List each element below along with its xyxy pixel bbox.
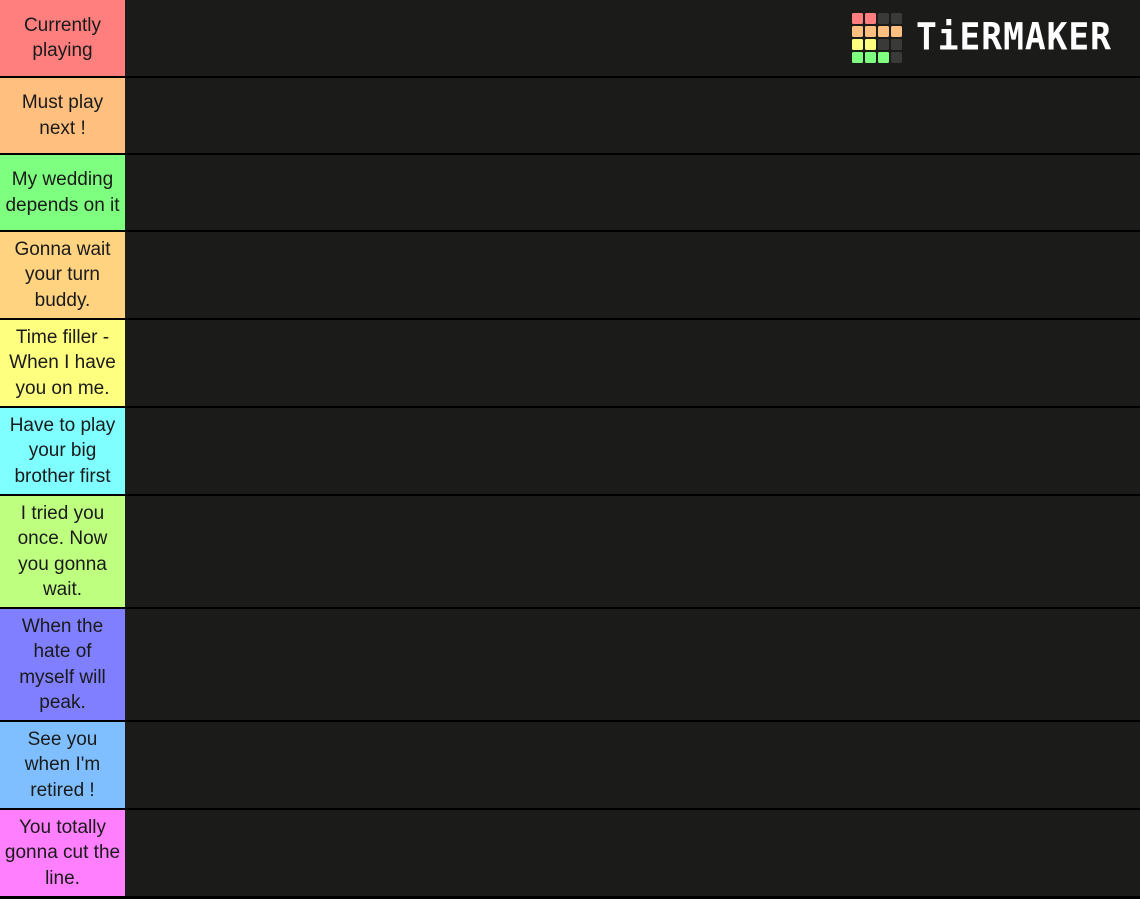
tier-list-container: Currently playing TiERMAKER Must play next… [0, 0, 1140, 899]
logo-grid-cell [864, 26, 876, 37]
logo-wordmark: TiERMAKER [915, 16, 1112, 59]
tier-dropzone[interactable] [125, 609, 1140, 720]
logo-grid-cell [864, 13, 876, 24]
tier-dropzone[interactable] [125, 810, 1140, 896]
tier-dropzone[interactable] [125, 320, 1140, 406]
tier-row: Must play next ! [0, 78, 1140, 155]
tier-row: See you when I'm retired ! [0, 722, 1140, 810]
logo-grid-cell [851, 39, 863, 50]
logo-grid-cell [851, 13, 863, 24]
tier-dropzone[interactable] [125, 496, 1140, 607]
logo-grid-cell [851, 52, 863, 63]
tier-row: Time filler - When I have you on me. [0, 320, 1140, 408]
logo-grid-cell [877, 52, 889, 63]
logo-grid-cell [877, 13, 889, 24]
tier-label[interactable]: See you when I'm retired ! [0, 722, 125, 808]
tier-label[interactable]: My wedding depends on it [0, 155, 125, 230]
logo-grid-cell [864, 52, 876, 63]
tier-label[interactable]: Have to play your big brother first [0, 408, 125, 494]
logo-grid-cell [851, 26, 863, 37]
tiermaker-logo: TiERMAKER [851, 13, 1120, 63]
tier-row: Gonna wait your turn buddy. [0, 232, 1140, 320]
tier-label[interactable]: Must play next ! [0, 78, 125, 153]
tier-dropzone[interactable] [125, 408, 1140, 494]
logo-grid-cell [890, 52, 902, 63]
tier-dropzone[interactable]: TiERMAKER [125, 0, 1140, 76]
tier-label[interactable]: Currently playing [0, 0, 125, 76]
tier-row: You totally gonna cut the line. [0, 810, 1140, 898]
tier-row: I tried you once. Now you gonna wait. [0, 496, 1140, 609]
logo-grid-cell [890, 26, 902, 37]
logo-grid-cell [890, 13, 902, 24]
logo-grid-cell [877, 39, 889, 50]
logo-grid-icon [851, 13, 902, 63]
tier-row: Currently playing TiERMAKER [0, 0, 1140, 78]
tier-row: When the hate of myself will peak. [0, 609, 1140, 722]
tier-label[interactable]: When the hate of myself will peak. [0, 609, 125, 720]
tier-label[interactable]: You totally gonna cut the line. [0, 810, 125, 896]
tier-dropzone[interactable] [125, 155, 1140, 230]
tier-label[interactable]: I tried you once. Now you gonna wait. [0, 496, 125, 607]
tier-dropzone[interactable] [125, 722, 1140, 808]
tier-row: Have to play your big brother first [0, 408, 1140, 496]
tier-row: My wedding depends on it [0, 155, 1140, 232]
tier-label[interactable]: Gonna wait your turn buddy. [0, 232, 125, 318]
logo-grid-cell [864, 39, 876, 50]
logo-grid-cell [877, 26, 889, 37]
tier-dropzone[interactable] [125, 232, 1140, 318]
logo-grid-cell [890, 39, 902, 50]
tier-dropzone[interactable] [125, 78, 1140, 153]
tier-label[interactable]: Time filler - When I have you on me. [0, 320, 125, 406]
